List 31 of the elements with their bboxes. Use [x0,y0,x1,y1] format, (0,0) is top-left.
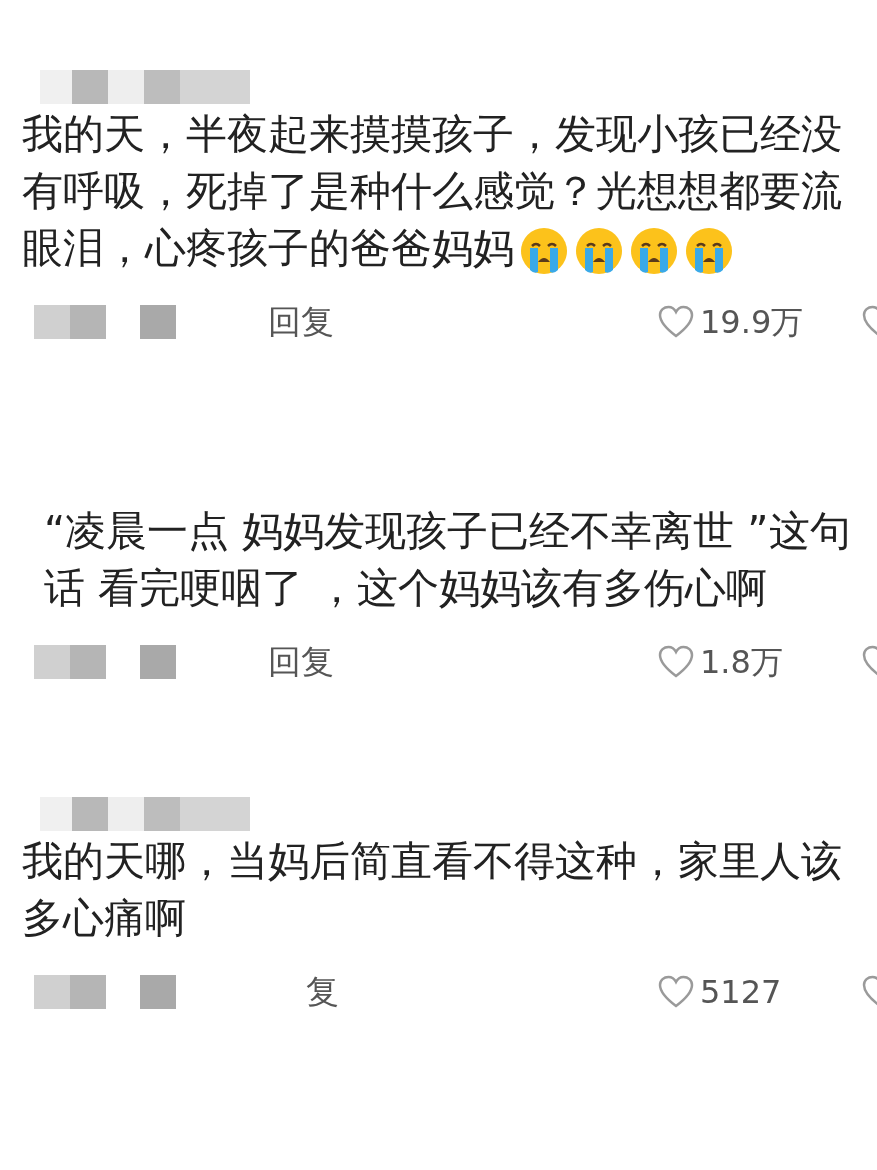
crying-face-icon [629,226,679,276]
mosaic-block [70,975,106,1009]
mosaic-block [140,305,176,339]
like-count: 19.9万 [700,302,805,343]
reply-button[interactable]: 回复 [268,297,334,347]
comment-text: 我的天哪，当妈后简直看不得这种，家里人该 多心痛啊 [21,836,843,944]
reply-button[interactable]: 复 [306,967,339,1017]
mosaic-block [140,975,176,1009]
mosaic-block [34,305,70,339]
mosaic-block [70,645,106,679]
comment-text: “凌晨一点 妈妈发现孩子已经不幸离世 ”这句 话 看完哽咽了 ，这个妈妈该有多伤心啊 [43,506,852,614]
crying-face-icon [684,226,734,276]
mosaic-block [72,797,108,831]
heart-icon[interactable] [658,645,694,679]
like-count: 1.8万 [700,642,784,683]
reply-button[interactable]: 回复 [268,637,334,687]
mosaic-block [140,645,176,679]
comment-text: 我的天，半夜起来摸摸孩子，发现小孩已经没 有呼吸，死掉了是种什么感觉？光想想都要流 眼泪，心疼孩子的爸爸妈妈 [0,106,877,277]
heart-icon[interactable] [658,305,694,339]
mosaic-block [108,70,144,104]
crying-face-icon [519,226,569,276]
mosaic-block [34,645,70,679]
like-count: 5127 [700,972,783,1013]
mosaic-block [72,70,108,104]
mosaic-block [40,797,72,831]
mosaic-block [108,797,144,831]
mosaic-block [40,70,72,104]
crying-face-icon [574,226,624,276]
mosaic-block [70,305,106,339]
mosaic-block [34,975,70,1009]
heart-icon[interactable] [658,975,694,1009]
